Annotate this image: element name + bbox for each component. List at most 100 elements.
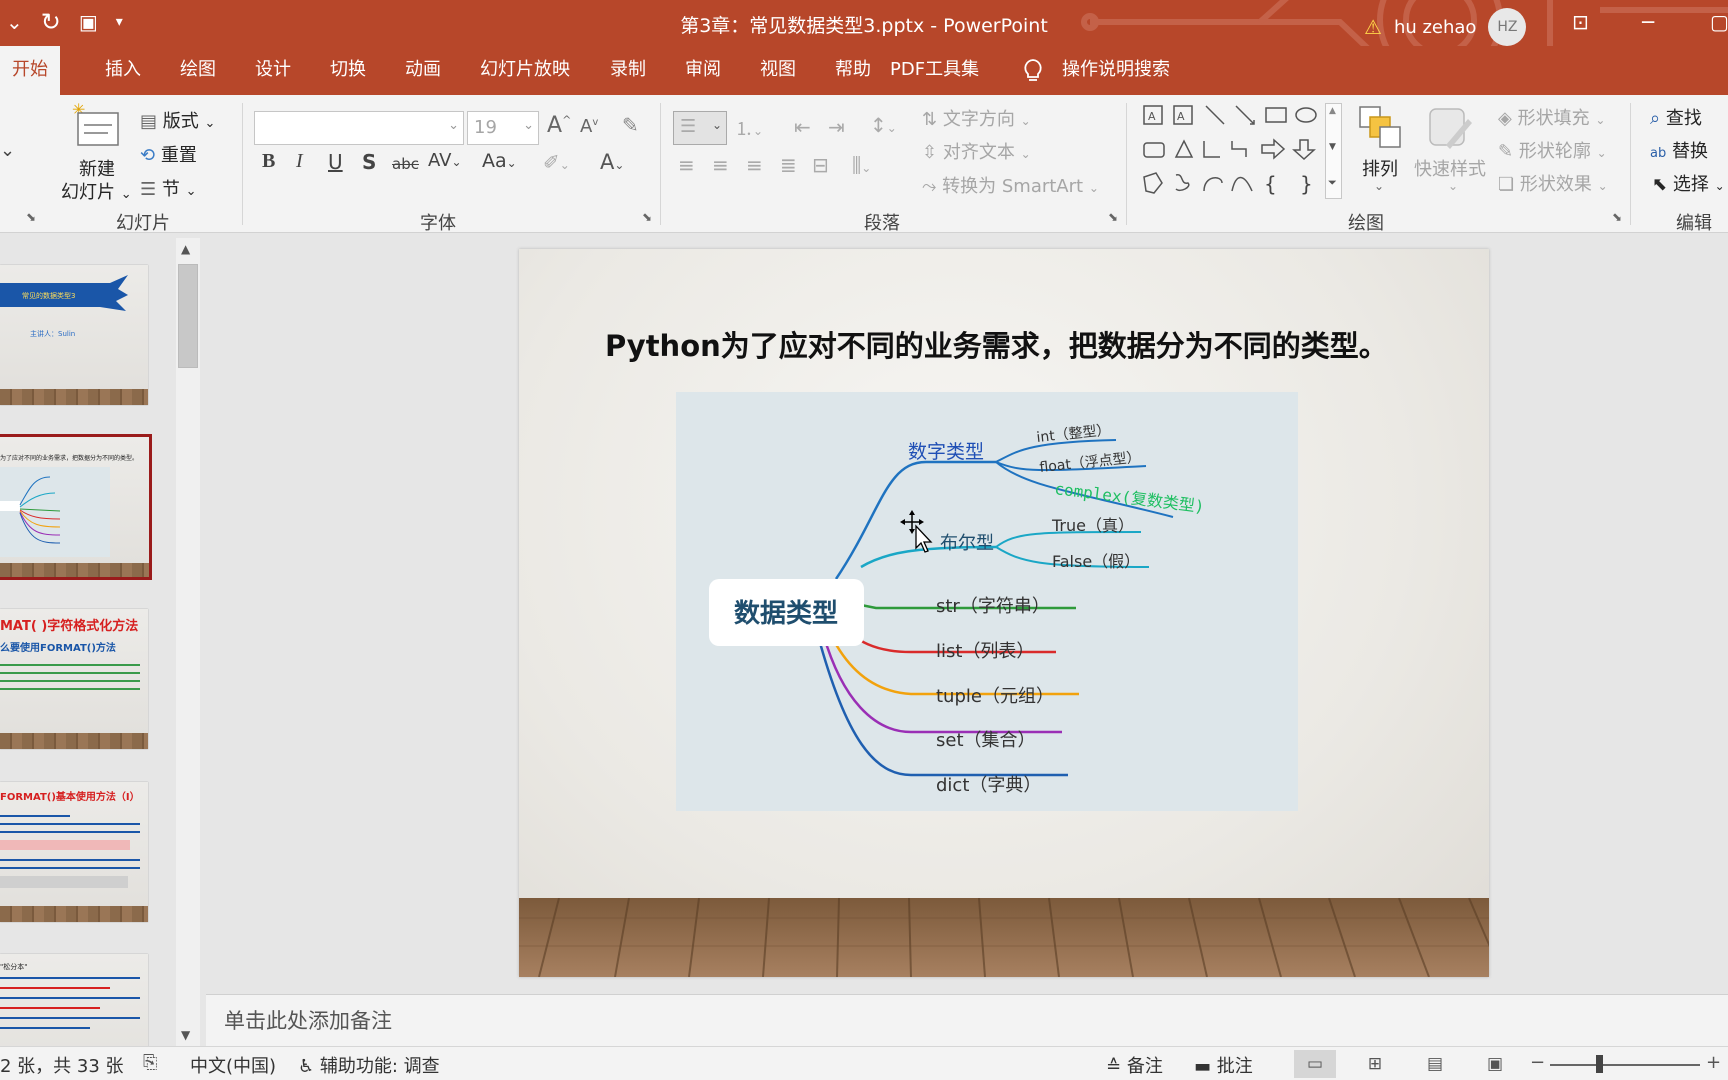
- tab-transitions[interactable]: 切换: [318, 46, 378, 95]
- replace-button[interactable]: ab 替换: [1650, 137, 1708, 163]
- tab-design[interactable]: 设计: [243, 46, 303, 95]
- dialog-launcher-icon[interactable]: ⬊: [1108, 210, 1118, 224]
- warning-icon[interactable]: ⚠: [1364, 15, 1382, 39]
- new-slide-label-2: 幻灯片: [61, 182, 115, 203]
- align-text-button[interactable]: ⇳ 对齐文本 ⌄: [922, 138, 1031, 164]
- convert-smartart-button[interactable]: ⤳ 转换为 SmartArt ⌄: [922, 172, 1099, 198]
- thumbnail-slide-4[interactable]: FORMAT()基本使用方法（I）: [0, 782, 148, 922]
- numbering-icon[interactable]: ⒈⌄: [735, 115, 763, 141]
- notes-placeholder[interactable]: 单击此处添加备注: [224, 1005, 392, 1035]
- find-button[interactable]: ⌕ 查找: [1650, 104, 1702, 130]
- zoom-in-icon[interactable]: +: [1706, 1052, 1721, 1073]
- reset-button[interactable]: ⟲ 重置: [140, 141, 197, 167]
- shapes-scroll[interactable]: ▲ ▼ ⏷: [1325, 103, 1342, 199]
- reading-view-icon[interactable]: ▤: [1414, 1050, 1456, 1078]
- decrease-font-size-icon[interactable]: Av: [580, 116, 598, 137]
- zoom-slider[interactable]: [1550, 1064, 1700, 1066]
- notes-pane[interactable]: 单击此处添加备注: [206, 994, 1728, 1046]
- clear-formatting-icon[interactable]: ✎: [622, 113, 639, 137]
- minimize-icon[interactable]: ─: [1642, 10, 1654, 34]
- avatar[interactable]: HZ: [1488, 8, 1527, 46]
- slideshow-view-icon[interactable]: ▣: [1474, 1050, 1516, 1078]
- italic-icon[interactable]: I: [296, 150, 303, 173]
- scroll-down-icon[interactable]: ▼: [181, 1028, 190, 1042]
- underline-icon[interactable]: U: [328, 150, 343, 174]
- tab-slideshow[interactable]: 幻灯片放映: [468, 46, 582, 95]
- user-area[interactable]: ⚠ hu zehao HZ: [1364, 8, 1527, 46]
- bold-icon[interactable]: B: [262, 150, 275, 173]
- quick-styles-label[interactable]: 快速样式: [1414, 155, 1486, 181]
- strikethrough-icon[interactable]: abc: [392, 155, 419, 173]
- spellcheck-icon[interactable]: ⎘: [143, 1052, 157, 1073]
- shape-effects-button[interactable]: ❏ 形状效果 ⌄: [1498, 170, 1608, 196]
- scroll-up-icon[interactable]: ▲: [181, 242, 190, 256]
- thumbnail-slide-5[interactable]: "松分本": [0, 954, 148, 1046]
- comments-button[interactable]: ▬ 批注: [1194, 1052, 1253, 1078]
- dialog-launcher-icon[interactable]: ⬊: [26, 210, 36, 224]
- thumbnails-scrollbar[interactable]: ▲ ▼: [176, 238, 200, 1046]
- line-spacing-icon[interactable]: ↕⌄: [870, 113, 897, 137]
- mindmap-diagram[interactable]: 数据类型 数字类型 int（整型） float（浮点型） complex(复数类…: [676, 392, 1298, 811]
- normal-view-icon[interactable]: ▭: [1294, 1050, 1336, 1078]
- thumbnail-slide-1[interactable]: 常见的数据类型3 主讲人：Sulin: [0, 265, 148, 405]
- justify-icon[interactable]: ≣: [780, 153, 797, 177]
- thumbnail-slide-3[interactable]: MAT( )字符格式化方法 么要使用FORMAT()方法: [0, 609, 148, 749]
- language-indicator[interactable]: 中文(中国): [190, 1052, 276, 1078]
- slide-heading[interactable]: Python为了应对不同的业务需求，把数据分为不同的类型。: [605, 323, 1388, 365]
- character-spacing-icon[interactable]: AV⌄: [428, 150, 462, 171]
- dialog-launcher-icon[interactable]: ⬊: [642, 210, 652, 224]
- zoom-out-icon[interactable]: −: [1530, 1052, 1545, 1073]
- clipboard-edge-icon[interactable]: ⌄: [0, 140, 15, 161]
- align-center-icon[interactable]: ≡: [712, 153, 729, 177]
- new-slide-button[interactable]: 幻灯片 ⌄: [61, 178, 132, 204]
- tab-home[interactable]: 开始: [0, 46, 60, 95]
- bullets-icon[interactable]: ☰ ⌄: [673, 111, 727, 145]
- arrange-label[interactable]: 排列: [1362, 155, 1398, 181]
- tab-help[interactable]: 帮助: [823, 46, 883, 95]
- increase-font-size-icon[interactable]: A^: [547, 113, 571, 138]
- svg-text:A: A: [1177, 110, 1185, 123]
- quick-styles-icon[interactable]: [1428, 105, 1474, 149]
- distributed-icon[interactable]: ⊟: [812, 153, 829, 177]
- align-left-icon[interactable]: ≡: [678, 153, 695, 177]
- section-button[interactable]: ☰ 节 ⌄: [140, 175, 197, 201]
- text-direction-button[interactable]: ⇅ 文字方向 ⌄: [922, 105, 1031, 131]
- shape-fill-button[interactable]: ◈ 形状填充 ⌄: [1498, 104, 1605, 130]
- tell-me-search[interactable]: 操作说明搜索: [1050, 46, 1182, 95]
- change-case-icon[interactable]: Aa⌄: [482, 150, 517, 172]
- tab-record[interactable]: 录制: [598, 46, 658, 95]
- font-color-icon[interactable]: A⌄: [600, 150, 624, 174]
- select-button[interactable]: ⬉ 选择 ⌄: [1652, 170, 1725, 196]
- notes-button[interactable]: ≙ 备注: [1106, 1052, 1163, 1078]
- arrange-icon[interactable]: [1358, 105, 1402, 149]
- align-right-icon[interactable]: ≡: [746, 153, 763, 177]
- font-size-combobox[interactable]: 19 ⌄: [467, 111, 539, 145]
- tab-animations[interactable]: 动画: [393, 46, 453, 95]
- font-name-combobox[interactable]: ⌄: [254, 111, 464, 145]
- highlight-icon[interactable]: ✐⌄: [543, 150, 570, 174]
- tab-insert[interactable]: 插入: [93, 46, 153, 95]
- tab-view[interactable]: 视图: [748, 46, 808, 95]
- dialog-launcher-icon[interactable]: ⬊: [1612, 210, 1622, 224]
- columns-icon[interactable]: ⫼⌄: [852, 153, 871, 177]
- restore-icon[interactable]: ▢: [1710, 10, 1728, 34]
- thumbnail-slide-2[interactable]: 为了应对不同的业务需求，把数据分为不同的类型。: [0, 434, 152, 580]
- ribbon-display-options-icon[interactable]: ⊡: [1572, 10, 1589, 34]
- mindmap-mini: [0, 467, 110, 557]
- shapes-gallery[interactable]: A A { }: [1140, 103, 1340, 197]
- slide-sorter-icon[interactable]: ⊞: [1354, 1050, 1396, 1078]
- decrease-indent-icon[interactable]: ⇤: [794, 115, 811, 139]
- zoom-slider-knob[interactable]: [1596, 1055, 1603, 1073]
- slide-canvas[interactable]: Python为了应对不同的业务需求，把数据分为不同的类型。 数据类型 数字类型 …: [519, 249, 1489, 977]
- scroll-thumb[interactable]: [178, 264, 198, 368]
- layout-button[interactable]: ▤ 版式 ⌄: [140, 107, 215, 133]
- thumbnail-subtitle: 么要使用FORMAT()方法: [0, 643, 116, 654]
- new-slide-icon[interactable]: ✳: [72, 101, 122, 149]
- tab-review[interactable]: 审阅: [673, 46, 733, 95]
- accessibility-button[interactable]: ♿ 辅助功能: 调查: [298, 1052, 440, 1078]
- increase-indent-icon[interactable]: ⇥: [828, 115, 845, 139]
- shape-outline-button[interactable]: ✎ 形状轮廓 ⌄: [1498, 137, 1607, 163]
- text-shadow-icon[interactable]: S: [362, 150, 376, 174]
- tab-draw[interactable]: 绘图: [168, 46, 228, 95]
- tab-pdf-tools[interactable]: PDF工具集: [878, 46, 991, 95]
